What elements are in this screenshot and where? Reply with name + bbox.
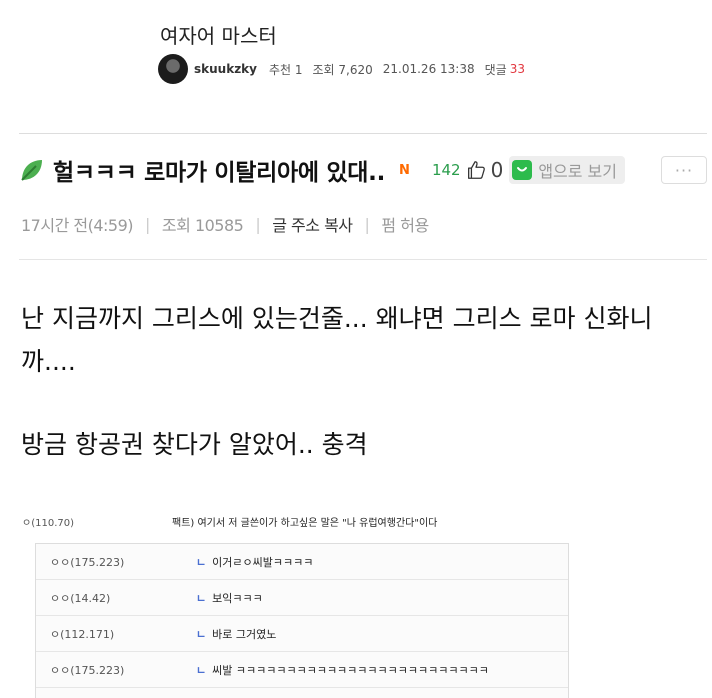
post-views: 조회 10585 [161,216,244,235]
reply-author-ip: ㅇㅇ(175.223) [50,555,125,569]
repost-permission: 펌 허용 [381,216,429,235]
post-datetime: 21.01.26 13:38 [382,62,475,76]
reply-item: ㅇㅇ(175.223) ㄴ 이거ㄹㅇ씨발ㅋㅋㅋㅋ [36,544,568,580]
avatar[interactable] [158,54,188,84]
dislike-count: 0 [490,158,504,182]
copy-url-button[interactable]: 글 주소 복사 [272,212,353,236]
reply-author-ip: ㅇㅇ(175.223) [50,663,125,677]
reply-list: ㅇㅇ(175.223) ㄴ 이거ㄹㅇ씨발ㅋㅋㅋㅋ ㅇㅇ(14.42) ㄴ 보익ㅋ… [35,543,569,698]
post-header: 헐ㅋㅋㅋ 로마가 이탈리아에 있대.. N 142 0 앱으로 보기 ··· [19,150,707,190]
post-body-paragraph: 난 지금까지 그리스에 있는건줄... 왜냐면 그리스 로마 신화니까.... [21,304,653,376]
app-icon [512,160,533,180]
comments-label[interactable]: 댓글 [485,61,507,78]
post-time: 17시간 전(4:59) [21,216,134,235]
separator: | [255,214,261,234]
comments-count[interactable]: 33 [510,62,525,76]
reply-author-ip: ㅇ(112.171) [50,627,115,641]
separator: | [364,214,370,234]
reply-text: 씨발 ㅋㅋㅋㅋㅋㅋㅋㅋㅋㅋㅋㅋㅋㅋㅋㅋㅋㅋㅋㅋㅋㅋㅋㅋㅋ [212,663,489,677]
reply-text: 바로 그거였노 [212,627,277,641]
thumbs-up-icon[interactable] [465,159,487,181]
new-badge: N [399,162,410,178]
comment-author-ip: ㅇ(110.70) [22,518,74,529]
reply-author-ip: ㅇㅇ(14.42) [50,591,111,605]
reply-arrow-icon: ㄴ [196,591,207,605]
like-count: 142 [431,161,461,179]
reply-item: ㅇㅇ(14.42) ㄴ 보익ㅋㅋㅋ [36,580,568,616]
reply-text: 보익ㅋㅋㅋ [212,591,263,605]
reply-item: ㅇ(112.171) ㄴ 바로 그거였노 [36,616,568,652]
comment-text: 팩트) 여기서 저 글쓴이가 하고싶은 말은 "나 유럽여행간다"이다 [172,518,438,529]
divider [19,259,707,260]
post-title: 헐ㅋㅋㅋ 로마가 이탈리아에 있대.. [53,160,386,186]
reply-arrow-icon: ㄴ [196,663,207,677]
divider [19,133,707,134]
view-count: 조회 7,620 [312,62,373,77]
leaf-icon [21,160,42,181]
outer-post-title: 여자어 마스터 [160,24,277,48]
reply-arrow-icon: ㄴ [196,555,207,569]
post-info-row: 17시간 전(4:59) | 조회 10585 | 글 주소 복사 | 펌 허용 [21,212,429,236]
more-options-button[interactable]: ··· [661,156,707,184]
username[interactable]: skuukzky [194,62,257,76]
separator: | [145,214,150,234]
recommend-count: 추천 1 [268,62,303,77]
reply-arrow-icon: ㄴ [196,627,207,641]
post-body-paragraph: 방금 항공권 찾다가 알았어.. 충격 [21,430,368,459]
reply-item: ㅇㅇ(175.223) ㄴ 씨발 ㅋㅋㅋㅋㅋㅋㅋㅋㅋㅋㅋㅋㅋㅋㅋㅋㅋㅋㅋㅋㅋㅋㅋ… [36,652,568,688]
open-in-app-button[interactable]: 앱으로 보기 [509,156,625,184]
open-in-app-label: 앱으로 보기 [538,162,617,181]
outer-meta-row: skuukzky 추천 1 조회 7,620 21.01.26 13:38 댓글… [158,54,525,84]
reply-text: 이거ㄹㅇ씨발ㅋㅋㅋㅋ [212,555,314,569]
